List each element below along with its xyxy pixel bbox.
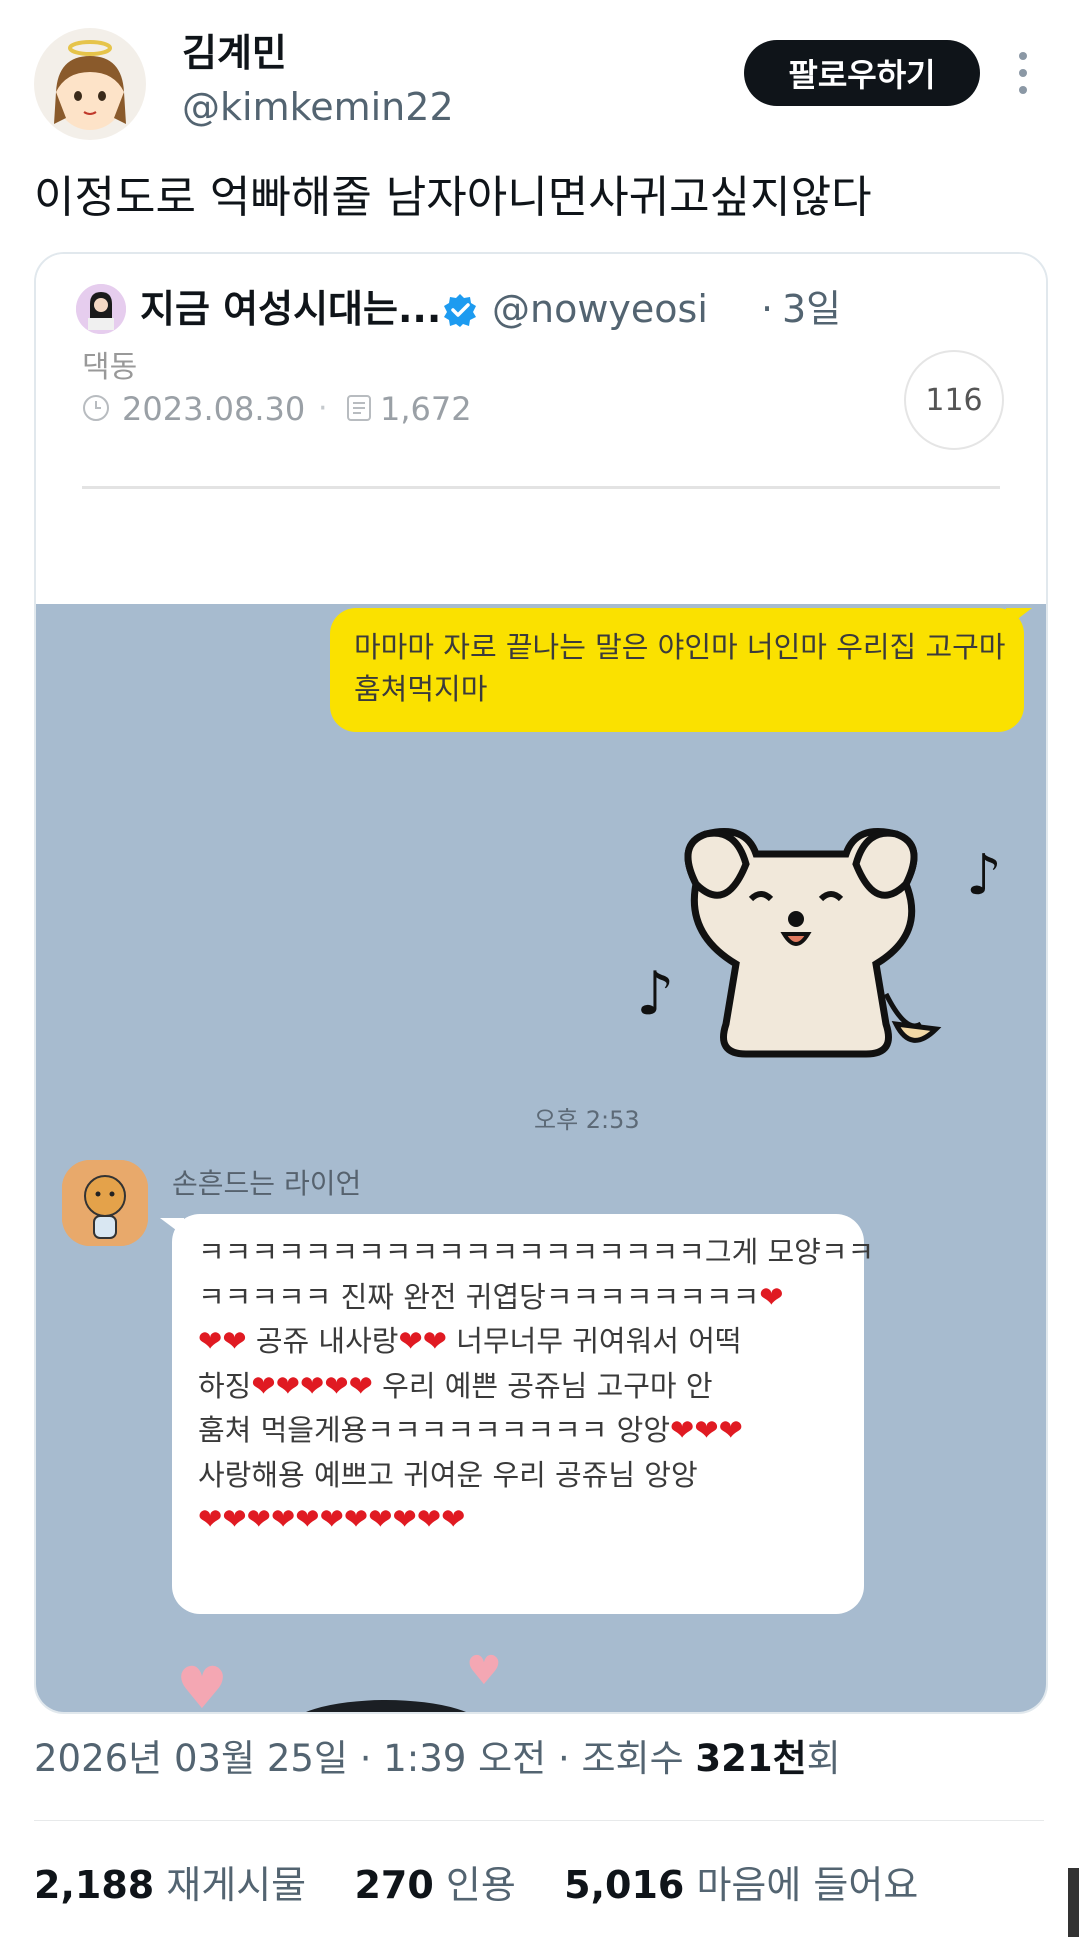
heart-icon: ❤ xyxy=(198,1502,223,1536)
svg-text:♪: ♪ xyxy=(636,959,674,1029)
quoted-tweet-card[interactable]: 지금 여성시대는... @nowyeosi · 3일 댁동 2023.08.30… xyxy=(34,252,1048,1714)
heart-icon: ❤ xyxy=(416,1502,442,1536)
verified-badge-icon xyxy=(442,292,478,328)
likes-stat[interactable]: 5,016 마음에 들어요 xyxy=(564,1863,918,1907)
reply-line: ❤❤ 공쥬 내사랑❤❤ 너무너무 귀여워서 어떡 xyxy=(198,1324,742,1358)
heart-icon: ❤ xyxy=(343,1502,369,1536)
reply-line: ㅋㅋㅋㅋㅋ 진짜 완전 귀엽당ㅋㅋㅋㅋㅋㅋㅋㅋ❤ xyxy=(198,1279,784,1314)
heart-icon: ❤ xyxy=(222,1324,247,1358)
cropped-sticker xyxy=(286,1700,486,1712)
heart-icon: ❤ xyxy=(295,1502,320,1536)
heart-icon: ❤ xyxy=(441,1502,466,1536)
reply-line: ❤❤❤❤❤❤❤❤❤❤❤ xyxy=(198,1497,848,1542)
post-date: 2023.08.30 xyxy=(122,390,306,428)
quoted-author-name[interactable]: 지금 여성시대는... xyxy=(140,284,441,334)
heart-icon: ❤ xyxy=(759,1279,784,1314)
heart-icon: ❤ xyxy=(718,1413,743,1447)
tweet-text: 이정도로 억빠해줄 남자아니면사귀고싶지않다 xyxy=(34,172,872,223)
reply-line: 사랑해용 예쁘고 귀여운 우리 공쥬님 앙앙 xyxy=(198,1457,698,1492)
author-avatar[interactable] xyxy=(34,28,146,140)
heart-icon: ♥ xyxy=(466,1648,502,1694)
likes-label: 마음에 들어요 xyxy=(696,1863,919,1907)
divider xyxy=(34,1820,1044,1821)
heart-icon: ❤ xyxy=(270,1502,296,1536)
more-vertical-icon[interactable] xyxy=(1010,52,1036,94)
quotes-label: 인용 xyxy=(445,1863,516,1907)
quoted-author-avatar[interactable] xyxy=(76,284,126,334)
quotes-stat[interactable]: 270 인용 xyxy=(354,1863,515,1907)
follow-button[interactable]: 팔로우하기 xyxy=(744,40,980,106)
retweets-count: 2,188 xyxy=(34,1863,155,1907)
tweet-date[interactable]: 2026년 03월 25일 xyxy=(34,1737,348,1780)
retweets-label: 재게시물 xyxy=(166,1863,307,1907)
svg-text:♪: ♪ xyxy=(966,843,1002,908)
screenshot-blog-meta: 댁동 2023.08.30 · 1,672 116 xyxy=(36,350,1046,604)
scrollbar[interactable] xyxy=(1068,1868,1079,1937)
meta-separator: · xyxy=(318,391,328,426)
heart-icon: ❤ xyxy=(222,1502,247,1536)
bubble-tail xyxy=(1006,608,1032,628)
heart-icon: ❤ xyxy=(422,1324,448,1358)
reply-line: 훔쳐 먹을게용ㅋㅋㅋㅋㅋㅋㅋㅋㅋ 앙앙❤❤❤ xyxy=(198,1413,743,1447)
quotes-count: 270 xyxy=(354,1863,434,1907)
reply-message-text: ㅋㅋㅋㅋㅋㅋㅋㅋㅋㅋㅋㅋㅋㅋㅋㅋㅋㅋㅋ그게 모양ㅋㅋ ㅋㅋㅋㅋㅋ 진짜 완전 귀… xyxy=(198,1230,875,1542)
heart-icon: ❤ xyxy=(670,1413,695,1447)
heart-icon: ❤ xyxy=(246,1502,271,1536)
quoted-tweet-header: 지금 여성시대는... @nowyeosi · 3일 xyxy=(36,254,1046,365)
engagement-stats: 2,188 재게시물 270 인용 5,016 마음에 들어요 xyxy=(34,1860,918,1910)
heart-icon: ❤ xyxy=(198,1324,223,1358)
heart-icon: ❤ xyxy=(348,1368,373,1403)
author-handle[interactable]: @kimkemin22 xyxy=(182,84,454,130)
quoted-time[interactable]: 3일 xyxy=(782,284,841,334)
comment-count-badge: 116 xyxy=(904,350,1004,450)
reply-line: ㅋㅋㅋㅋㅋㅋㅋㅋㅋㅋㅋㅋㅋㅋㅋㅋㅋㅋㅋ그게 모양ㅋㅋ xyxy=(198,1235,875,1269)
cut-off-text: 댁동 xyxy=(82,350,138,385)
clock-icon xyxy=(82,394,110,422)
document-icon xyxy=(346,394,372,422)
heart-icon: ❤ xyxy=(368,1502,393,1536)
reply-line: 하징❤❤❤❤❤ 우리 예쁜 공쥬님 고구마 안 xyxy=(198,1368,713,1403)
heart-icon: ♥ xyxy=(176,1654,228,1712)
likes-count: 5,016 xyxy=(564,1863,685,1907)
retweets-stat[interactable]: 2,188 재게시물 xyxy=(34,1863,306,1907)
sender-avatar xyxy=(62,1160,148,1246)
heart-icon: ❤ xyxy=(300,1368,325,1403)
sender-name: 손흔드는 라이언 xyxy=(172,1167,362,1200)
views-label: 조회수 xyxy=(581,1737,684,1780)
heart-icon: ❤ xyxy=(275,1368,300,1403)
tweet-time[interactable]: 1:39 오전 xyxy=(383,1737,546,1780)
quoted-author-handle[interactable]: @nowyeosi xyxy=(492,284,708,334)
heart-icon: ❤ xyxy=(251,1368,276,1403)
chat-time: 오후 2:53 xyxy=(534,1106,640,1134)
puppy-sticker: ♪ ♪ xyxy=(636,824,1046,1074)
post-view-count: 1,672 xyxy=(380,390,472,428)
heart-icon: ❤ xyxy=(319,1502,344,1536)
quoted-separator: · xyxy=(761,287,774,331)
heart-icon: ❤ xyxy=(398,1324,423,1358)
heart-icon: ❤ xyxy=(324,1368,349,1403)
kakao-chat-screenshot: 마마마 자로 끝나는 말은 야인마 너인마 우리집 고구마 훔쳐먹지마 ♪ ♪ … xyxy=(36,604,1046,1712)
views-value: 321천 xyxy=(695,1737,807,1780)
heart-icon: ❤ xyxy=(392,1502,417,1536)
heart-icon: ❤ xyxy=(694,1413,719,1447)
views-suffix: 회 xyxy=(806,1737,841,1780)
author-display-name[interactable]: 김계민 xyxy=(182,30,287,76)
divider xyxy=(82,486,1000,489)
my-message-text: 마마마 자로 끝나는 말은 야인마 너인마 우리집 고구마 훔쳐먹지마 xyxy=(354,630,1006,706)
tweet-meta: 2026년 03월 25일 · 1:39 오전 · 조회수 321천회 xyxy=(34,1737,841,1780)
